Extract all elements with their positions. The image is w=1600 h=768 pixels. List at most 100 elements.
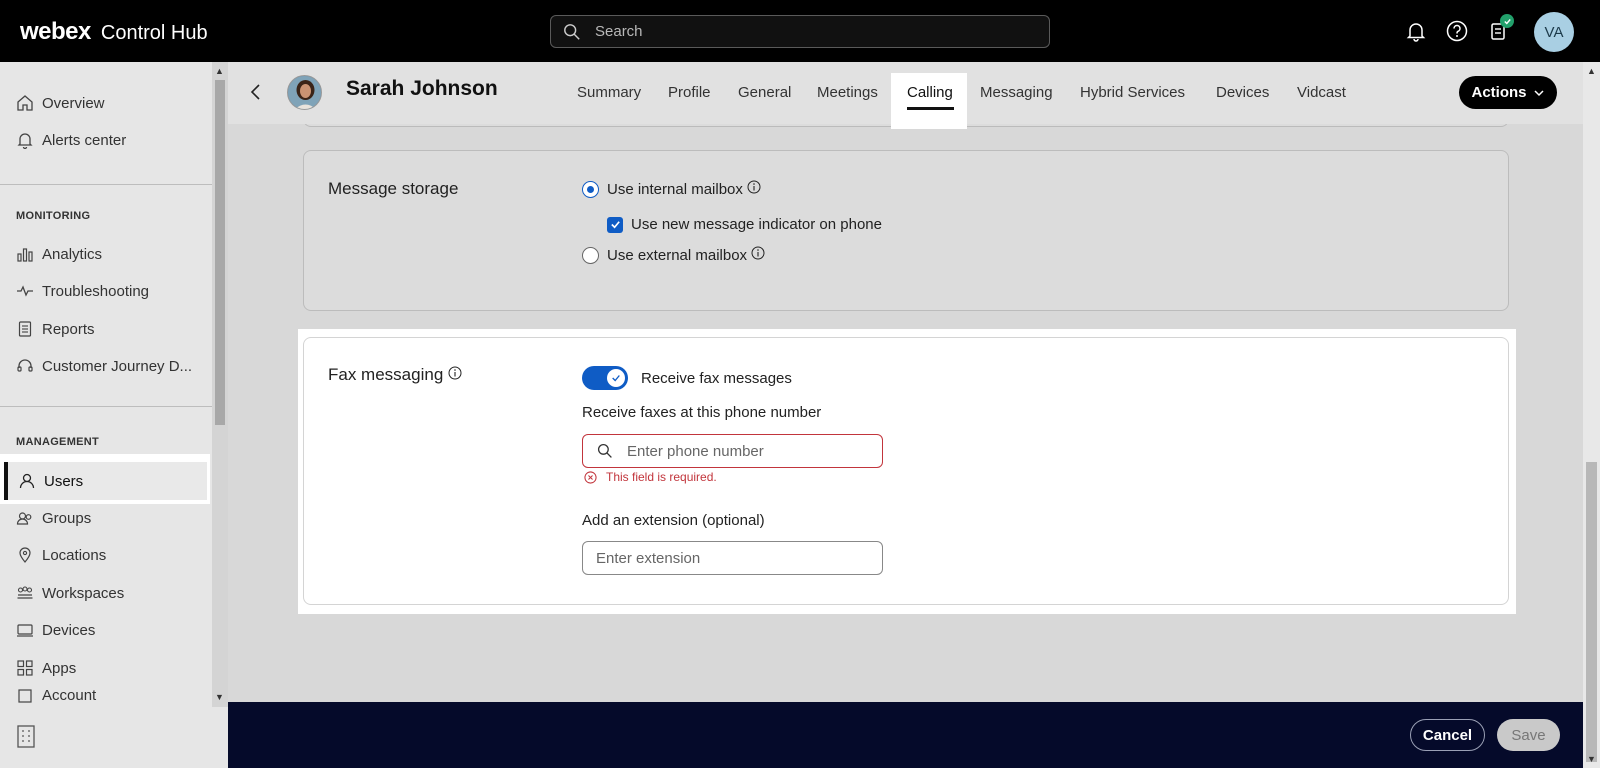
product-name: Control Hub (100, 22, 208, 44)
phone-number-input[interactable] (627, 442, 867, 460)
sidebar-item-label: Users (44, 472, 84, 490)
check-icon (1503, 18, 1511, 25)
workspaces-icon (17, 586, 33, 599)
sidebar-item-overview[interactable]: Overview (16, 85, 206, 121)
sidebar-item-label: Devices (42, 621, 96, 639)
sidebar-item-account[interactable]: Account (16, 687, 206, 707)
phone-number-field[interactable] (582, 434, 883, 468)
apps-grid-icon (17, 660, 33, 676)
sidebar-item-label: Customer Journey D... (42, 357, 193, 375)
chevron-left-icon[interactable] (246, 82, 266, 102)
sidebar-item-workspaces[interactable]: Workspaces (16, 575, 206, 611)
sidebar-item-label: Account (42, 687, 97, 704)
extension-field[interactable] (582, 541, 883, 575)
tab-profile[interactable]: Profile (668, 84, 711, 101)
tab-summary[interactable]: Summary (577, 84, 641, 101)
phone-number-label: Receive faxes at this phone number (582, 404, 822, 421)
extension-label: Add an extension (optional) (582, 512, 765, 529)
document-icon (18, 321, 32, 337)
info-icon[interactable] (747, 180, 761, 194)
scroll-up-arrow[interactable]: ▲ (1587, 66, 1596, 76)
external-mailbox-option[interactable]: Use external mailbox (582, 246, 765, 264)
sidebar-item-label: Reports (42, 320, 95, 338)
headset-icon (17, 359, 33, 372)
tab-messaging[interactable]: Messaging (980, 84, 1053, 101)
scrollbar-thumb[interactable] (215, 80, 225, 425)
sidebar-item-users[interactable]: Users (4, 462, 207, 500)
global-search[interactable] (550, 15, 1050, 48)
message-indicator-checkbox[interactable] (607, 216, 623, 233)
phone-number-error: This field is required. (584, 470, 717, 484)
cancel-button[interactable]: Cancel (1410, 719, 1485, 751)
sidebar-item-analytics[interactable]: Analytics (16, 236, 206, 272)
sidebar-item-locations[interactable]: Locations (16, 537, 206, 573)
bell-icon[interactable] (1405, 20, 1427, 42)
internal-mailbox-label: Use internal mailbox (607, 181, 743, 198)
account-avatar[interactable]: VA (1534, 12, 1574, 52)
pulse-icon (17, 285, 33, 297)
check-icon (612, 375, 620, 382)
user-name: Sarah Johnson (346, 77, 498, 100)
info-icon[interactable] (751, 246, 765, 260)
scrollbar-thumb[interactable] (1586, 462, 1597, 762)
external-mailbox-radio[interactable] (582, 247, 599, 264)
actions-button[interactable]: Actions (1459, 76, 1557, 109)
scroll-up-arrow[interactable]: ▲ (215, 66, 224, 76)
active-tab-underline (907, 107, 954, 110)
tab-vidcast[interactable]: Vidcast (1297, 84, 1346, 101)
user-photo-avatar (287, 75, 322, 110)
sidebar-item-alerts-center[interactable]: Alerts center (16, 122, 206, 158)
sidebar-item-reports[interactable]: Reports (16, 311, 206, 347)
error-icon (584, 470, 597, 484)
sidebar-divider (0, 406, 212, 407)
brand-logo[interactable]: webex Control Hub (20, 18, 208, 46)
message-indicator-option[interactable]: Use new message indicator on phone (607, 216, 882, 233)
tab-general[interactable]: General (738, 84, 791, 101)
message-indicator-label: Use new message indicator on phone (631, 216, 882, 233)
tab-meetings[interactable]: Meetings (817, 84, 878, 101)
home-icon (17, 95, 33, 111)
sidebar-item-troubleshooting[interactable]: Troubleshooting (16, 273, 206, 309)
sidebar-item-apps[interactable]: Apps (16, 650, 206, 686)
fax-messaging-title-row: Fax messaging (328, 365, 462, 385)
sidebar-item-label: Workspaces (42, 584, 125, 602)
sidebar-item-label: Locations (42, 546, 107, 564)
save-button[interactable]: Save (1497, 719, 1560, 751)
sidebar-item-groups[interactable]: Groups (16, 500, 206, 536)
fax-messaging-title: Fax messaging (328, 365, 444, 384)
active-tab-highlight (891, 73, 967, 129)
scroll-down-arrow[interactable]: ▼ (215, 692, 224, 702)
search-icon (597, 443, 612, 458)
info-icon[interactable] (448, 366, 462, 380)
sidebar-item-label: Groups (42, 509, 92, 527)
receive-fax-label: Receive fax messages (641, 370, 792, 387)
scroll-down-arrow[interactable]: ▼ (1587, 754, 1596, 764)
help-icon[interactable] (1446, 20, 1468, 42)
sidebar-item-customer-journey[interactable]: Customer Journey D... (16, 348, 206, 384)
error-text: This field is required. (606, 470, 717, 484)
internal-mailbox-radio[interactable] (582, 181, 599, 198)
top-bar: webex Control Hub VA (0, 0, 1600, 62)
action-footer (228, 702, 1583, 768)
sidebar-item-label: Troubleshooting (42, 282, 150, 300)
search-input[interactable] (595, 23, 1015, 40)
sidebar-item-label: Analytics (42, 245, 103, 263)
group-icon (16, 512, 32, 525)
sidebar-footer (0, 707, 228, 768)
extension-input[interactable] (596, 549, 836, 567)
actions-label: Actions (1471, 84, 1527, 101)
check-icon (610, 221, 620, 229)
sidebar-item-devices[interactable]: Devices (16, 612, 206, 648)
brand-name: webex (20, 18, 91, 45)
tab-calling[interactable]: Calling (907, 84, 953, 101)
tab-devices[interactable]: Devices (1216, 84, 1269, 101)
toggle-knob (607, 369, 625, 387)
sidebar-scrollbar[interactable]: ▲ ▼ (212, 62, 228, 707)
internal-mailbox-option[interactable]: Use internal mailbox (582, 180, 761, 198)
building-icon[interactable] (14, 723, 38, 749)
receive-fax-toggle[interactable] (582, 366, 628, 390)
page-scrollbar[interactable]: ▲ ▼ (1583, 62, 1600, 768)
bell-icon (17, 133, 33, 149)
tab-hybrid-services[interactable]: Hybrid Services (1080, 84, 1185, 101)
message-storage-card (303, 150, 1509, 311)
